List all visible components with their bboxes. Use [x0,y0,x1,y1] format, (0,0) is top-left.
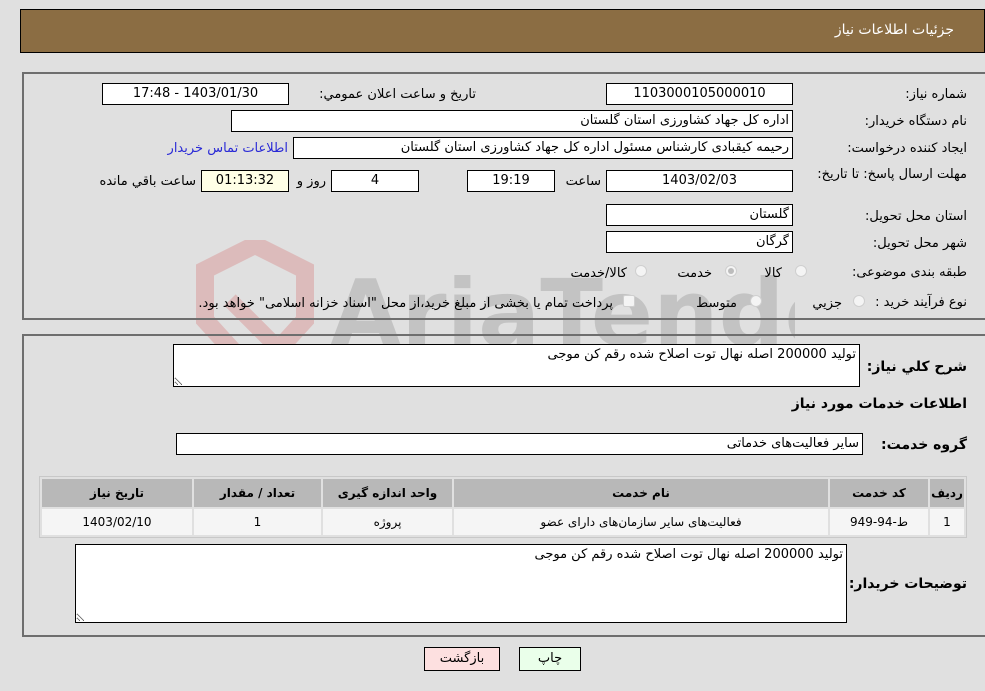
category-radio-service[interactable] [725,265,737,277]
cell-row: 1 [930,509,964,535]
category-label: طبقه بندی موضوعی: [851,265,967,280]
description-label: شرح کلي نياز: [866,359,967,375]
purchase-radio-minor[interactable] [853,295,865,307]
category-option-goods-service: کالا/خدمت [570,266,627,281]
deadline-time-field: 19:19 [467,170,555,192]
purchase-type-label: نوع فرآیند خرید : [875,295,967,310]
requester-label: ایجاد کننده درخواست: [847,141,967,156]
category-radio-goods-service[interactable] [635,265,647,277]
days-label: روز و [296,174,326,189]
page-header: جزئیات اطلاعات نیاز [20,9,985,53]
city-field: گرگان [606,231,793,253]
cell-unit: پروژه [323,509,452,535]
need-number-field: 1103000105000010 [606,83,793,105]
buyer-notes-label: توضیحات خریدار: [848,576,967,592]
back-button[interactable]: بازگشت [424,647,500,671]
services-table: ردیف کد خدمت نام خدمت واحد اندازه گیری ت… [39,476,967,538]
announce-datetime-label: تاریخ و ساعت اعلان عمومي: [319,87,476,102]
page-title: جزئیات اطلاعات نیاز [834,22,954,38]
buyer-contact-link[interactable]: اطلاعات تماس خریدار [168,141,288,156]
deadline-date-field: 1403/02/03 [606,170,793,192]
remaining-time-field: 01:13:32 [201,170,289,192]
remaining-time-label: ساعت باقي مانده [99,174,196,189]
category-option-goods: کالا [764,266,782,281]
treasury-checkbox[interactable] [623,295,635,307]
cell-name: فعالیت‌های سایر سازمان‌های دارای عضو [454,509,828,535]
province-label: استان محل تحویل: [865,209,967,224]
city-label: شهر محل تحویل: [872,236,967,251]
requester-field: رحیمه کیقبادی کارشناس مسئول اداره کل جها… [293,137,793,159]
buyer-notes-textarea[interactable] [75,544,847,623]
print-button[interactable]: چاپ [519,647,581,671]
service-group-label: گروه خدمت: [881,437,967,453]
purchase-radio-medium[interactable] [750,295,762,307]
category-radio-goods[interactable] [795,265,807,277]
col-name: نام خدمت [454,479,828,507]
deadline-time-label: ساعت [565,174,601,189]
buyer-org-label: نام دستگاه خریدار: [864,114,967,129]
province-field: گلستان [606,204,793,226]
buyer-org-field: اداره کل جهاد کشاورزی استان گلستان [231,110,793,132]
col-row: ردیف [930,479,964,507]
services-section-title: اطلاعات خدمات مورد نیاز [791,396,967,412]
services-table-header: ردیف کد خدمت نام خدمت واحد اندازه گیری ت… [42,479,964,507]
col-code: کد خدمت [830,479,928,507]
description-textarea[interactable] [173,344,860,387]
service-group-field: سایر فعالیت‌های خدماتی [176,433,863,455]
col-quantity: تعداد / مقدار [194,479,321,507]
remaining-days-field: 4 [331,170,419,192]
category-option-service: خدمت [677,266,712,281]
cell-quantity: 1 [194,509,321,535]
purchase-option-minor: جزیي [812,296,842,311]
col-unit: واحد اندازه گیری [323,479,452,507]
col-need-date: تاریخ نیاز [42,479,192,507]
announce-datetime-field: 1403/01/30 - 17:48 [102,83,289,105]
cell-need-date: 1403/02/10 [42,509,192,535]
cell-code: ط-94-949 [830,509,928,535]
need-number-label: شماره نیاز: [905,87,967,102]
deadline-label: مهلت ارسال پاسخ: تا تاریخ: [817,167,967,182]
table-row: 1 ط-94-949 فعالیت‌های سایر سازمان‌های دا… [42,509,964,535]
treasury-checkbox-label: پرداخت تمام یا بخشی از مبلغ خرید،از محل … [198,296,613,311]
purchase-option-medium: متوسط [696,296,737,311]
